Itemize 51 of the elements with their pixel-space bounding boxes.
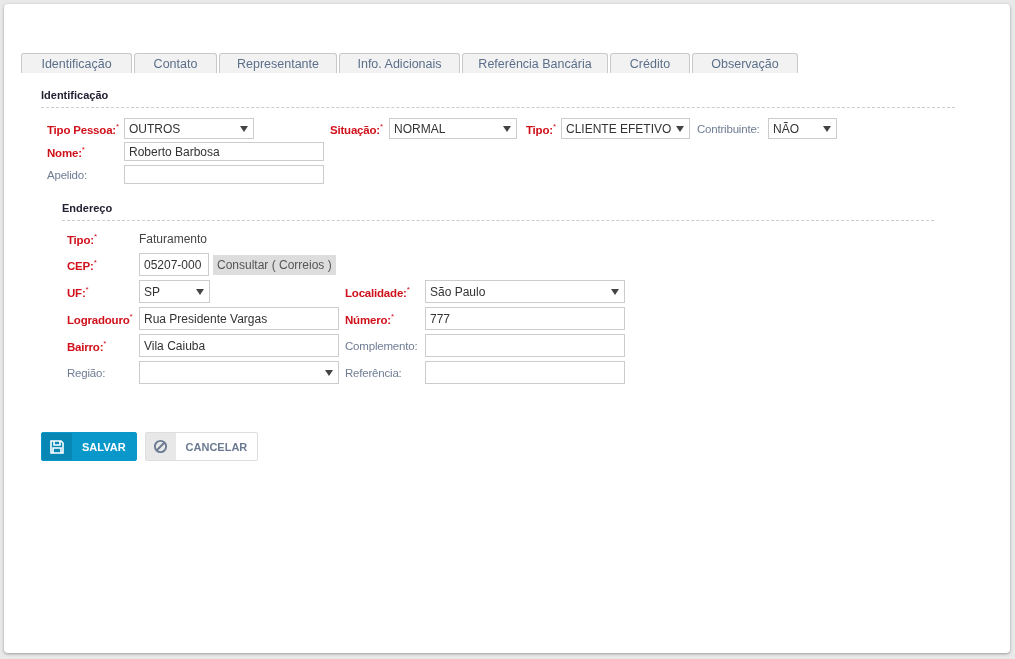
field-label: Tipo:$^{*}$ [67, 232, 98, 246]
field-label: Apelido: [47, 168, 88, 181]
field-label: Logradouro$^{*}$ [67, 311, 134, 326]
field-label: Região: [67, 366, 107, 379]
input-field[interactable] [124, 165, 324, 184]
section-title: Identificação [41, 89, 955, 108]
input-field[interactable]: 05207-000 [139, 253, 209, 276]
select-field[interactable]: OUTROS [124, 118, 254, 139]
field-label: Complemento: [345, 339, 419, 352]
tab[interactable]: Info. Adicionais [339, 53, 460, 73]
caret-icon [676, 125, 684, 132]
caret-icon [325, 369, 333, 376]
select-field[interactable]: São Paulo [425, 280, 625, 303]
consult-button[interactable]: Consultar ( Correios ) [213, 254, 336, 275]
input-field[interactable]: 777 [425, 307, 625, 330]
cancel-button[interactable]: CANCELAR [144, 432, 259, 461]
prohibited-icon [153, 439, 169, 454]
field-label: Situação:$^{*}$ [330, 121, 384, 136]
select-field[interactable]: CLIENTE EFETIVO [561, 118, 690, 139]
caret-icon [196, 288, 204, 295]
caret-icon [611, 288, 619, 295]
field-label: CEP:$^{*}$ [67, 257, 98, 272]
field-value: Faturamento [139, 232, 208, 246]
field-label: Nome:$^{*}$ [47, 144, 86, 159]
select-field[interactable]: SP [139, 280, 210, 303]
field-label: UF:$^{*}$ [67, 284, 90, 299]
section-title: Endereço [62, 202, 934, 221]
tab[interactable]: Observação [692, 53, 798, 73]
tab[interactable]: Representante [219, 53, 337, 73]
field-label: Referência: [345, 366, 403, 379]
field-label: Localidade:$^{*}$ [345, 284, 411, 299]
tab[interactable]: Contato [134, 53, 217, 73]
input-field[interactable]: Roberto Barbosa [124, 142, 324, 161]
input-field[interactable] [425, 361, 625, 384]
tab[interactable]: Referência Bancária [462, 53, 608, 73]
field-label: Número:$^{*}$ [345, 311, 395, 326]
input-field[interactable] [425, 334, 625, 357]
tab[interactable]: Crédito [610, 53, 690, 73]
caret-icon [503, 125, 511, 132]
field-label: Tipo Pessoa:$^{*}$ [47, 121, 120, 136]
caret-icon [240, 125, 248, 132]
caret-icon [823, 125, 831, 132]
field-label: Contribuinte: [697, 122, 761, 135]
select-field[interactable]: NÃO [768, 118, 837, 139]
field-label: Tipo:$^{*}$ [526, 121, 557, 136]
input-field[interactable]: Rua Presidente Vargas [139, 307, 339, 330]
select-field[interactable]: NORMAL [389, 118, 517, 139]
field-label: Bairro:$^{*}$ [67, 338, 108, 353]
input-field[interactable]: Vila Caiuba [139, 334, 339, 357]
tab[interactable]: Identificação [21, 53, 132, 73]
select-field[interactable] [139, 361, 339, 384]
